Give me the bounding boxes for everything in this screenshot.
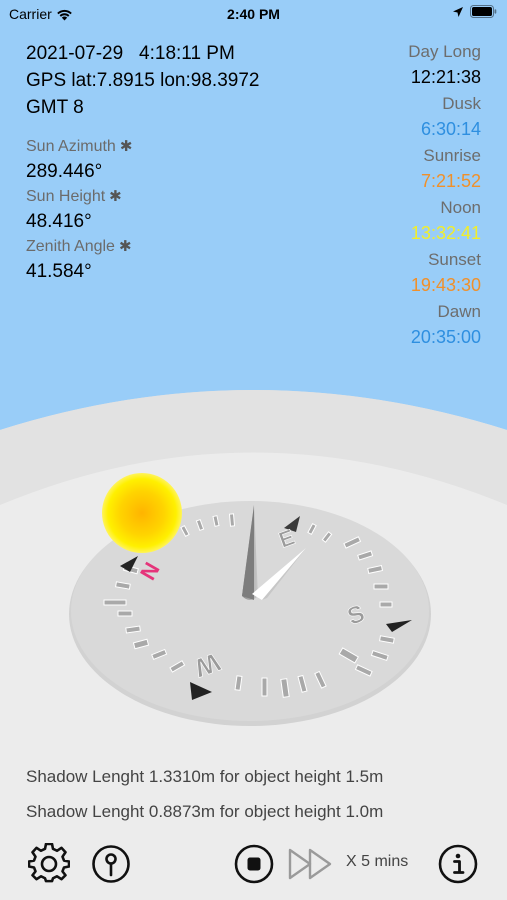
info-button[interactable] <box>437 843 479 885</box>
shadow-length-line-1: Shadow Lenght 1.3310m for object height … <box>26 767 384 786</box>
speed-label: X 5 mins <box>346 853 409 870</box>
pin-icon <box>92 845 130 883</box>
gear-icon <box>28 843 70 883</box>
shadow-length-line-2: Shadow Lenght 0.8873m for object height … <box>26 802 384 821</box>
info-icon <box>438 844 478 884</box>
fast-forward-button[interactable] <box>288 846 334 882</box>
settings-button[interactable] <box>28 843 70 885</box>
location-pin-button[interactable] <box>91 843 131 885</box>
sundial-scene[interactable]: N E S W <box>0 0 507 900</box>
fast-forward-icon <box>288 848 332 880</box>
sun-icon <box>102 473 182 553</box>
stop-button[interactable] <box>233 843 275 885</box>
stop-icon <box>234 844 274 884</box>
